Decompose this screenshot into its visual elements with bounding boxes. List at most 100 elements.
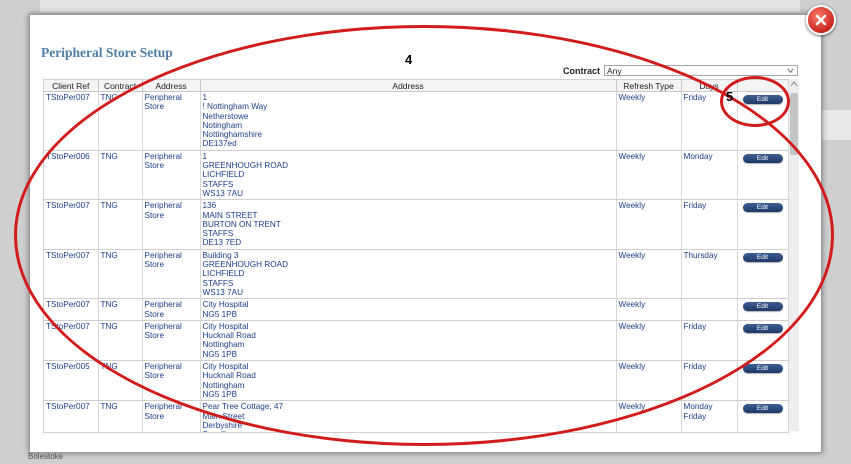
annotation-number-5: 5 — [726, 89, 734, 104]
address-cell: Building 3 GREENHOUGH ROAD LICHFIELD STAFFS… — [200, 249, 617, 300]
address-cell-line: Main Street — [202, 411, 245, 421]
client-ref-cell: TStoPer007 — [44, 91, 99, 151]
address-type-cell: Peripheral Store — [142, 150, 201, 201]
address-type-cell-line: Store — [144, 102, 165, 112]
address-cell-line: Pear Tree Cottage, 47 — [202, 402, 284, 412]
address-cell-line: ! Nottingham Way — [202, 102, 268, 112]
address-type-cell-line: Store — [144, 371, 165, 381]
address-type-cell: Peripheral Store — [142, 199, 201, 250]
days-cell-line: Monday — [683, 151, 713, 161]
address-cell: City Hospital Hucknall Road Nottingham NG5 … — [200, 320, 617, 362]
address-cell-line: Hucknall Road — [202, 371, 256, 381]
column-header: Address — [142, 80, 201, 92]
table-header-row: Client Ref Contract Address Address Refresh … — [44, 80, 788, 92]
address-type-cell-line: Peripheral — [144, 250, 182, 260]
edit-button[interactable]: Edit — [742, 404, 783, 414]
column-header: Refresh Type — [616, 80, 682, 92]
address-cell-line: Nottinghamshire — [202, 130, 263, 140]
address-type-cell-line: Store — [144, 260, 165, 270]
edit-cell: Edit — [737, 320, 788, 362]
address-type-cell-line: Peripheral — [144, 151, 182, 161]
scrollbar-thumb[interactable] — [790, 93, 798, 155]
address-type-cell-line: Peripheral — [144, 402, 182, 412]
address-type-cell: Peripheral Store — [142, 320, 201, 362]
table-row: TStoPer007 TNG Peripheral Store 1! Nottingha… — [44, 91, 788, 151]
address-cell-line: MAIN STREET — [202, 210, 258, 220]
address-type-cell-line: Store — [144, 210, 165, 220]
table-row: TStoPer007 TNG Peripheral Store Pear Tree Co… — [44, 400, 788, 432]
address-cell-line: STAFFS — [202, 229, 234, 239]
table-row: TStoPer007 TNG Peripheral Store City Hospita… — [44, 320, 788, 362]
address-type-cell: Peripheral Store — [142, 360, 201, 402]
address-cell-line: NG5 1PB — [202, 349, 238, 359]
address-cell-line: BURTON ON TRENT — [202, 219, 281, 229]
address-cell-line: WS13 7AU — [202, 287, 244, 297]
days-cell-line: Friday — [683, 362, 707, 372]
contract-cell: TNG — [98, 298, 143, 321]
address-type-cell: Peripheral Store — [142, 91, 201, 151]
address-cell: City Hospital Hucknall Road Nottingham NG5 … — [200, 360, 617, 402]
client-ref-cell: TStoPer007 — [44, 199, 99, 250]
table-row: TStoPer006 TNG Peripheral Store 1 GREENHOUGH … — [44, 150, 788, 201]
days-cell: Friday — [681, 320, 738, 362]
address-cell: 1! Nottingham Way Netherstowe Notingham Not… — [200, 91, 617, 151]
contract-cell: TNG — [98, 91, 143, 151]
address-cell-line: Hucknall Road — [202, 331, 256, 341]
edit-cell: Edit — [737, 91, 788, 151]
edit-button[interactable]: Edit — [742, 153, 783, 163]
refresh-type-cell: Weekly — [616, 298, 682, 321]
address-cell-line: Netherstowe — [202, 111, 249, 121]
edit-cell: Edit — [737, 150, 788, 201]
refresh-type-cell: Weekly — [616, 400, 682, 432]
edit-button[interactable]: Edit — [742, 203, 783, 213]
store-table: Client Ref Contract Address Address Refresh … — [44, 80, 788, 432]
address-type-cell-line: Peripheral — [144, 362, 182, 372]
client-ref-cell: TStoPer005 — [44, 360, 99, 402]
edit-button[interactable]: Edit — [742, 323, 783, 333]
address-cell-line: Derbyshire — [202, 420, 243, 430]
contract-cell: TNG — [98, 400, 143, 432]
address-cell: City Hospital NG5 1PB — [200, 298, 617, 321]
address-type-cell-line: Store — [144, 331, 165, 341]
edit-cell: Edit — [737, 199, 788, 250]
address-cell: Pear Tree Cottage, 47 Main Street Derbyshi… — [200, 400, 617, 432]
address-cell-line: GREENHOUGH ROAD — [202, 161, 289, 171]
table-row: TStoPer007 TNG Peripheral Store 136 MAIN STRE… — [44, 199, 788, 250]
edit-button[interactable]: Edit — [742, 302, 783, 312]
arrow-up-icon[interactable] — [790, 80, 798, 88]
refresh-type-cell: Weekly — [616, 360, 682, 402]
address-cell-line: LICHFIELD — [202, 269, 245, 279]
table-scrollbar[interactable] — [788, 79, 799, 431]
column-header: Contract — [98, 80, 143, 92]
days-cell — [681, 298, 738, 321]
contract-filter-value: Any — [607, 66, 622, 76]
contract-filter-select[interactable]: Any — [604, 65, 798, 76]
dialog-title: Peripheral Store Setup — [41, 45, 173, 60]
address-cell-line: DE137ed — [202, 139, 237, 149]
days-cell-line: Friday — [683, 201, 707, 211]
address-cell-line: 136 — [202, 201, 217, 211]
address-type-cell-line: Peripheral — [144, 201, 182, 211]
column-header: Client Ref — [44, 80, 99, 92]
address-cell-line: GREENHOUGH ROAD — [202, 260, 289, 270]
table-row: TStoPer005 TNG Peripheral Store City Hospita… — [44, 360, 788, 402]
close-button[interactable] — [806, 5, 836, 35]
refresh-type-cell: Weekly — [616, 249, 682, 300]
edit-button[interactable]: Edit — [742, 364, 783, 374]
days-cell: Friday — [681, 199, 738, 250]
contract-cell: TNG — [98, 320, 143, 362]
address-cell-line: City Hospital — [202, 362, 249, 372]
days-cell-line: Thursday — [683, 250, 718, 260]
client-ref-cell: TStoPer007 — [44, 249, 99, 300]
days-cell-line: Monday — [683, 402, 713, 412]
refresh-type-cell: Weekly — [616, 199, 682, 250]
refresh-type-cell: Weekly — [616, 320, 682, 362]
address-cell-line: Building 3 — [202, 250, 239, 260]
edit-button[interactable]: Edit — [742, 252, 783, 262]
address-cell-line: Notingham — [202, 120, 243, 130]
edit-button[interactable]: Edit — [742, 95, 783, 104]
address-type-cell: Peripheral Store — [142, 400, 201, 432]
address-cell-line: 1 — [202, 93, 208, 102]
client-ref-cell: TStoPer007 — [44, 320, 99, 362]
edit-cell: Edit — [737, 298, 788, 321]
